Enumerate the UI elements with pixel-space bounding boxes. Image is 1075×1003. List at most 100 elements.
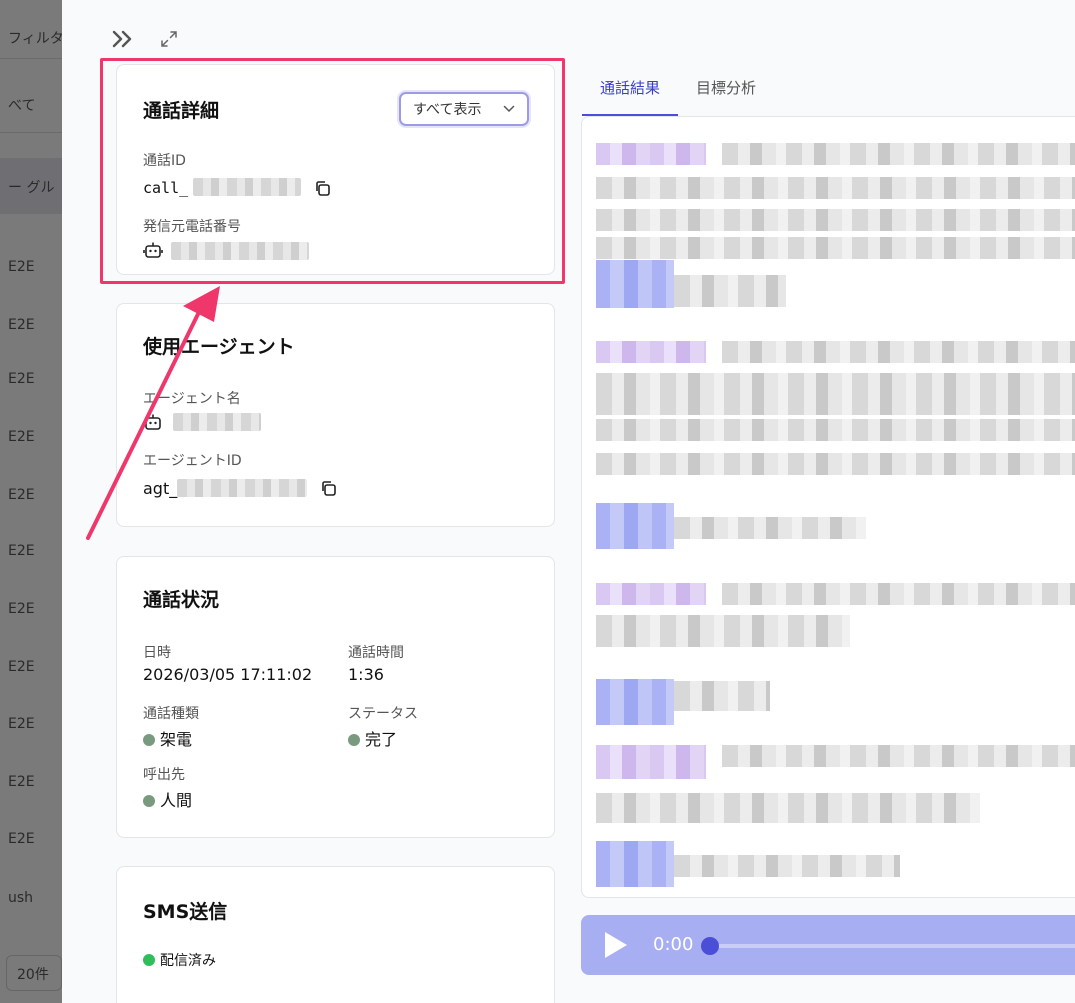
agent-id-redacted	[177, 479, 307, 497]
tab-call-result[interactable]: 通話結果	[582, 70, 679, 116]
transcript-message	[674, 855, 900, 877]
agent-id-value: agt_	[143, 479, 178, 498]
agent-id-label: エージェントID	[143, 453, 242, 469]
bg-row: ush	[8, 890, 34, 906]
call-id-value: call_	[143, 179, 189, 197]
transcript-message	[596, 177, 1075, 199]
agent-name-label: エージェント名	[143, 391, 241, 407]
transcript-role-ai	[596, 583, 706, 605]
status-dot	[348, 734, 360, 746]
agent-card: 使用エージェント エージェント名 エージェントID agt_	[116, 303, 555, 527]
play-icon[interactable]	[605, 932, 627, 958]
status-dot	[143, 795, 155, 807]
sms-card: SMS送信 配信済み	[116, 866, 555, 1003]
status-dot	[143, 734, 155, 746]
call-details-card: 通話詳細 すべて表示 通話ID call_ 発信元電話番号	[116, 64, 555, 275]
card-title: SMS送信	[143, 901, 228, 923]
duration-label: 通話時間	[348, 645, 404, 661]
tab-goal-analysis[interactable]: 目標分析	[678, 70, 774, 116]
datetime-label: 日時	[143, 645, 171, 661]
background-page: フィルタ べて ー グル E2E E2E E2E E2E E2E E2E E2E…	[0, 0, 62, 1003]
transcript-message	[674, 275, 786, 307]
bg-filter-label: フィルタ	[8, 31, 62, 47]
call-type-text: 架電	[160, 730, 193, 749]
callee-label: 呼出先	[143, 767, 185, 783]
transcript-message	[596, 453, 1075, 475]
transcript-message	[722, 341, 1075, 363]
dropdown-label: すべて表示	[413, 102, 482, 118]
seek-thumb[interactable]	[701, 937, 719, 955]
copy-icon[interactable]	[314, 180, 331, 197]
bg-row: E2E	[8, 659, 35, 675]
bg-page-size-label: 20件	[17, 967, 49, 983]
robot-icon	[143, 242, 163, 258]
sms-status-text: 配信済み	[160, 953, 216, 969]
bg-row: E2E	[8, 774, 35, 790]
bg-row: E2E	[8, 317, 35, 333]
agent-name-redacted	[173, 413, 261, 431]
status-dot	[143, 954, 155, 966]
status-text: 完了	[365, 730, 398, 749]
transcript-role-ai	[596, 745, 706, 779]
chevron-down-icon	[503, 105, 515, 113]
playback-time: 0:00	[653, 934, 694, 955]
card-title: 通話詳細	[143, 100, 220, 122]
card-title: 通話状況	[143, 589, 220, 611]
bg-row: E2E	[8, 601, 35, 617]
transcript-role-user	[596, 679, 674, 725]
datetime-value: 2026/03/05 17:11:02	[143, 665, 313, 684]
expand-arrows-icon[interactable]	[158, 28, 180, 50]
bg-row: E2E	[8, 371, 35, 387]
call-status-card: 通話状況 日時 2026/03/05 17:11:02 通話時間 1:36 通話…	[116, 556, 555, 838]
transcript-message	[674, 517, 866, 539]
view-all-dropdown[interactable]: すべて表示	[399, 92, 529, 126]
transcript-message	[596, 373, 1075, 395]
transcript-message	[722, 745, 1075, 767]
transcript-message	[596, 615, 850, 647]
transcript-role-ai	[596, 143, 706, 165]
sms-status: 配信済み	[143, 950, 216, 970]
transcript-role-ai	[596, 341, 706, 363]
phone-number-redacted	[171, 242, 309, 260]
transcript-message	[674, 681, 770, 711]
transcript-role-user	[596, 841, 674, 887]
from-number-label: 発信元電話番号	[143, 219, 241, 235]
transcript-message	[596, 419, 1075, 441]
transcript-message	[722, 143, 1075, 165]
double-chevron-right-icon[interactable]	[110, 26, 136, 52]
duration-value: 1:36	[348, 665, 384, 684]
bg-divider	[0, 58, 62, 59]
bg-divider	[0, 132, 62, 133]
transcript-message	[596, 393, 1075, 415]
transcript-panel	[581, 116, 1075, 898]
result-tabs: 通話結果 目標分析	[582, 70, 774, 116]
transcript-message	[596, 793, 980, 823]
status-label: ステータス	[348, 706, 418, 722]
transcript-role-user	[596, 503, 674, 549]
robot-icon	[145, 414, 161, 430]
card-title: 使用エージェント	[143, 336, 295, 358]
call-id-label: 通話ID	[143, 153, 186, 169]
call-type-value: 架電	[143, 726, 192, 750]
call-id-redacted	[193, 178, 301, 196]
bg-group-header: ー グル	[8, 180, 55, 196]
call-type-label: 通話種類	[143, 706, 199, 722]
bg-row: E2E	[8, 487, 35, 503]
transcript-role-user	[596, 260, 674, 308]
callee-value: 人間	[143, 787, 192, 811]
bg-row: E2E	[8, 429, 35, 445]
bg-row: E2E	[8, 716, 35, 732]
callee-text: 人間	[160, 791, 193, 810]
status-value: 完了	[348, 726, 397, 750]
bg-all-label: べて	[8, 98, 36, 114]
seek-track[interactable]	[711, 944, 1075, 948]
call-detail-drawer: 通話詳細 すべて表示 通話ID call_ 発信元電話番号 使用エージェント エ…	[62, 0, 1075, 1003]
bg-row: E2E	[8, 543, 35, 559]
bg-row: E2E	[8, 259, 35, 275]
bg-row: E2E	[8, 831, 35, 847]
copy-icon[interactable]	[320, 480, 337, 497]
audio-player: 0:00	[581, 915, 1075, 975]
transcript-message	[722, 583, 1075, 605]
transcript-message	[596, 237, 1075, 259]
transcript-message	[596, 209, 1075, 231]
